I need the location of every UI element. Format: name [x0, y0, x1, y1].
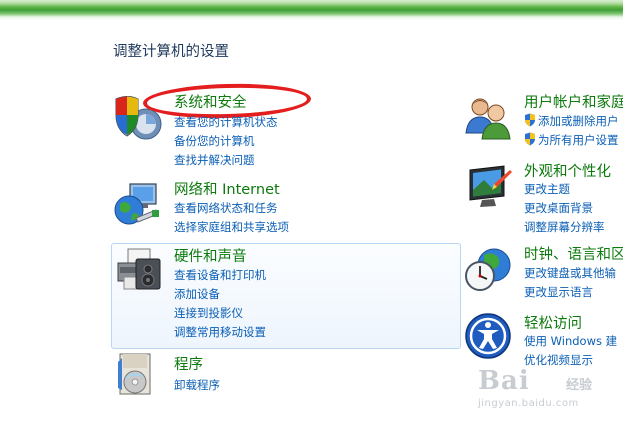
link-troubleshoot[interactable]: 查找并解决问题	[174, 152, 255, 168]
category-title-hardware-sound[interactable]: 硬件和声音	[174, 245, 247, 266]
link-backup-computer[interactable]: 备份您的计算机	[174, 133, 255, 149]
watermark-main: Bai	[478, 366, 530, 396]
link-add-remove-users[interactable]: 添加或删除用户	[524, 113, 619, 129]
users-icon[interactable]	[464, 93, 514, 143]
link-add-remove-users-label: 添加或删除用户	[538, 114, 619, 128]
window-top-border	[0, 0, 623, 20]
network-globe-icon[interactable]	[112, 180, 162, 230]
link-add-device[interactable]: 添加设备	[174, 286, 220, 302]
printer-icon[interactable]	[114, 247, 164, 297]
display-icon[interactable]	[464, 162, 514, 212]
link-windows-suggestions[interactable]: 使用 Windows 建	[524, 333, 617, 349]
category-title-ease-of-access[interactable]: 轻松访问	[524, 312, 582, 333]
category-title-user-accounts[interactable]: 用户帐户和家庭	[524, 91, 623, 112]
uac-shield-icon	[525, 132, 535, 146]
watermark-url: jingyan.baidu.com	[478, 398, 579, 409]
link-change-background[interactable]: 更改桌面背景	[524, 200, 593, 216]
link-homegroup-sharing[interactable]: 选择家庭组和共享选项	[174, 219, 289, 235]
link-view-computer-status[interactable]: 查看您的计算机状态	[174, 114, 278, 130]
category-title-system-security[interactable]: 系统和安全	[174, 91, 247, 112]
link-change-display-language[interactable]: 更改显示语言	[524, 284, 593, 300]
link-devices-printers[interactable]: 查看设备和打印机	[174, 267, 266, 283]
link-setup-all-users[interactable]: 为所有用户设置	[524, 132, 619, 148]
link-uninstall-program[interactable]: 卸载程序	[174, 377, 220, 393]
category-title-appearance[interactable]: 外观和个性化	[524, 160, 611, 181]
clock-globe-icon[interactable]	[464, 245, 514, 295]
category-title-clock-language[interactable]: 时钟、语言和区	[524, 243, 623, 264]
category-title-network-internet[interactable]: 网络和 Internet	[174, 178, 280, 199]
link-change-keyboard[interactable]: 更改键盘或其他输	[524, 265, 616, 281]
page-title: 调整计算机的设置	[113, 44, 229, 60]
link-change-theme[interactable]: 更改主题	[524, 181, 570, 197]
watermark-side: 经验	[566, 378, 593, 393]
link-screen-resolution[interactable]: 调整屏幕分辨率	[524, 219, 605, 235]
link-network-status[interactable]: 查看网络状态和任务	[174, 200, 278, 216]
category-title-programs[interactable]: 程序	[174, 353, 203, 374]
link-connect-projector[interactable]: 连接到投影仪	[174, 305, 243, 321]
link-setup-all-users-label: 为所有用户设置	[538, 133, 619, 147]
uac-shield-icon	[525, 113, 535, 127]
programs-icon[interactable]	[114, 350, 164, 400]
ease-of-access-icon[interactable]	[464, 312, 514, 362]
baidu-watermark: Bai 经验 jingyan.baidu.com	[478, 366, 598, 412]
link-mobility-settings[interactable]: 调整常用移动设置	[174, 324, 266, 340]
